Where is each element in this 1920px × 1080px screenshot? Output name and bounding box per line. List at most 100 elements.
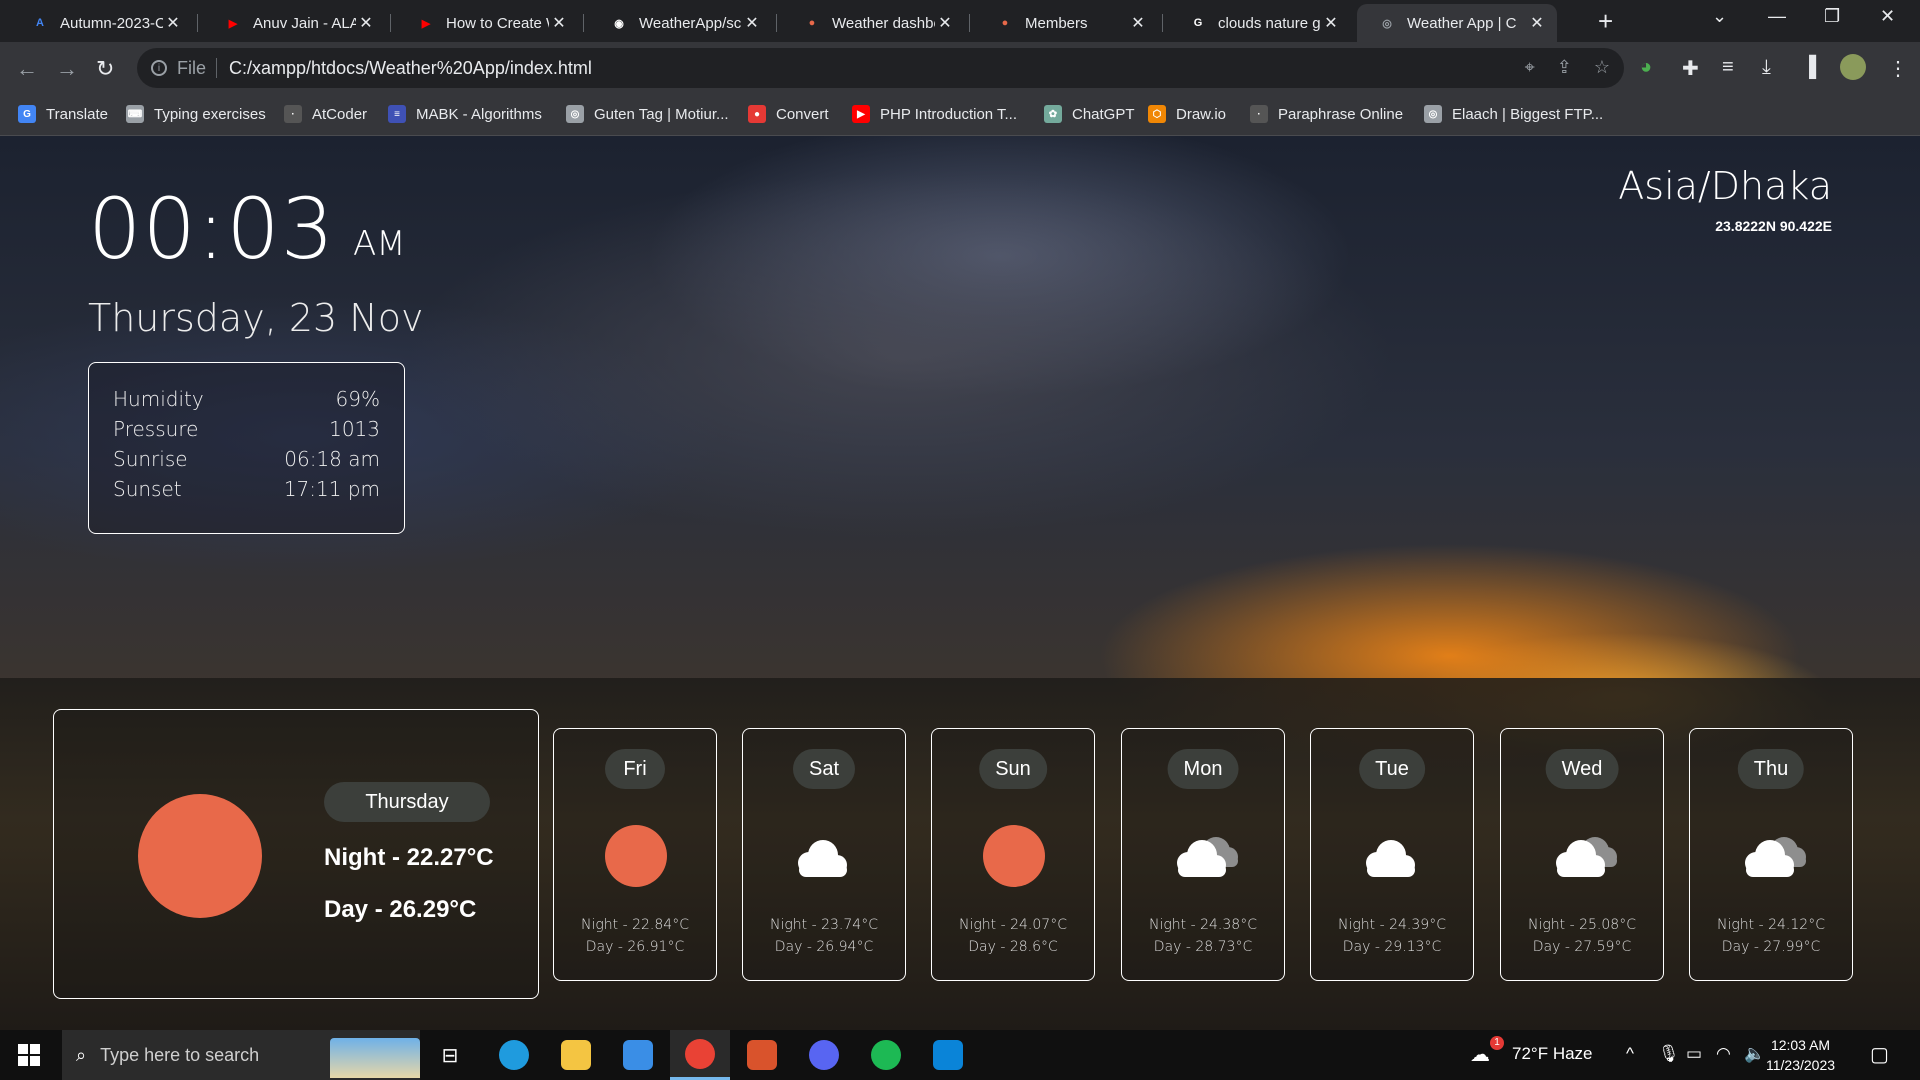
vscode-icon[interactable] [918, 1030, 978, 1080]
tab[interactable]: ▶ How to Create W ✕ [396, 4, 579, 42]
tab-close-icon[interactable]: ✕ [1527, 13, 1547, 33]
forecast-day-temp: Day - 26.91°C [585, 939, 685, 955]
bookmark-item[interactable]: ◎ Guten Tag | Motiur... [566, 105, 729, 123]
site-info-icon[interactable]: i [151, 60, 167, 76]
downloads-icon[interactable]: ⤓ [1762, 56, 1771, 79]
tab-title: Members [1025, 14, 1088, 32]
forecast-card: Sun Night - 24.07°C Day - 28.6°C [931, 728, 1095, 981]
location-pin-icon[interactable]: ⌖ [1525, 57, 1535, 78]
forward-icon[interactable]: → [56, 56, 78, 82]
current-date: Thursday, 23 Nov [88, 296, 424, 340]
atcoder-icon: · [284, 105, 302, 123]
profile-avatar[interactable] [1840, 54, 1866, 80]
menu-kebab-icon[interactable]: ⋮ [1888, 56, 1908, 81]
sun-icon [983, 825, 1045, 887]
bookmark-item[interactable]: · AtCoder [284, 105, 367, 123]
tab-close-icon[interactable]: ✕ [935, 13, 955, 33]
bookmark-star-icon[interactable]: ☆ [1594, 57, 1610, 78]
bookmark-item[interactable]: ⌨ Typing exercises [126, 105, 266, 123]
tab[interactable]: ▶ Anuv Jain - ALAG✕ [203, 4, 386, 42]
bookmark-item[interactable]: ⬡ Draw.io [1148, 105, 1226, 123]
tab[interactable]: ◉ WeatherApp/scri ✕ [589, 4, 772, 42]
task-view-glyph: ⊟ [441, 1044, 459, 1067]
search-placeholder: Type here to search [100, 1044, 260, 1065]
bookmark-item[interactable]: ● Convert [748, 105, 829, 123]
bookmark-item[interactable]: ▶ PHP Introduction T... [852, 105, 1017, 123]
mail-icon[interactable] [608, 1030, 668, 1080]
extension-colorful-icon[interactable]: ◕ [1640, 56, 1652, 79]
wifi-icon[interactable]: ◠ [1716, 1044, 1731, 1064]
detail-value: 06:18 am [284, 447, 380, 471]
tab-active[interactable]: ◎ Weather App | C ✕ [1357, 4, 1557, 42]
app-icon[interactable] [732, 1030, 792, 1080]
new-tab-plus-icon[interactable]: + [1598, 6, 1613, 37]
bookmark-item[interactable]: G Translate [18, 105, 108, 123]
extensions-puzzle-icon[interactable]: ✚ [1682, 56, 1699, 81]
tab-close-icon[interactable]: ✕ [1321, 13, 1341, 33]
file-explorer-icon[interactable] [546, 1030, 606, 1080]
volume-icon[interactable]: 🔈 [1744, 1044, 1765, 1064]
system-clock[interactable]: 12:03 AM 11/23/2023 [1766, 1035, 1835, 1075]
chrome-icon[interactable] [670, 1030, 730, 1080]
tab-close-icon[interactable]: ✕ [742, 13, 762, 33]
tab[interactable]: A Autumn-2023-CSE✕ [10, 4, 193, 42]
windows-start-icon[interactable] [18, 1044, 40, 1066]
tab-title: Autumn-2023-CSE [60, 14, 163, 32]
close-window-icon[interactable]: ✕ [1880, 6, 1895, 27]
forecast-day-temp: Day - 27.59°C [1532, 939, 1632, 955]
forecast-card: Thu Night - 24.12°C Day - 27.99°C [1689, 728, 1853, 981]
forecast-night-temp: Night - 22.84°C [581, 917, 689, 933]
app-glyph [561, 1040, 591, 1070]
edge-icon[interactable] [484, 1030, 544, 1080]
tab-separator [583, 14, 584, 32]
forecast-day-temp: Day - 28.73°C [1153, 939, 1253, 955]
notification-icon[interactable]: ▢ [1870, 1042, 1889, 1067]
battery-icon[interactable]: ▭ [1686, 1044, 1702, 1064]
weather-badge: 1 [1490, 1036, 1504, 1050]
weather-app-page: 00:03 AM Thursday, 23 Nov Humidity 69% P… [0, 136, 1920, 1030]
globe-icon: ◎ [566, 105, 584, 123]
bookmark-label: Typing exercises [154, 105, 266, 123]
back-icon[interactable]: ← [16, 56, 38, 82]
tab[interactable]: Gclouds nature gif ✕ [1168, 4, 1351, 42]
taskbar-weather-text[interactable]: 72°F Haze [1512, 1044, 1593, 1064]
spotify-icon[interactable] [856, 1030, 916, 1080]
omnibox-divider [216, 58, 218, 78]
am-pm-label: AM [353, 224, 406, 264]
tab-close-icon[interactable]: ✕ [356, 13, 376, 33]
tab-close-icon[interactable]: ✕ [163, 13, 183, 33]
detail-label: Humidity [113, 387, 204, 411]
app-glyph [623, 1040, 653, 1070]
translate-icon: G [18, 105, 36, 123]
taskbar-search-box[interactable]: ⌕ Type here to search [62, 1030, 420, 1080]
tab-search-chevron-icon[interactable]: ⌄ [1712, 6, 1727, 27]
coordinates-label: 23.8222N 90.422E [1715, 218, 1832, 234]
task-view-icon[interactable]: ⊟ [420, 1030, 480, 1080]
side-panel-icon[interactable]: ▐ [1802, 56, 1816, 79]
tab-close-icon[interactable]: ✕ [1128, 13, 1148, 33]
tab-close-icon[interactable]: ✕ [549, 13, 569, 33]
tray-chevron-icon[interactable]: ^ [1626, 1044, 1634, 1064]
detail-row-pressure: Pressure 1013 [113, 417, 380, 447]
restore-icon[interactable]: ❐ [1824, 6, 1840, 27]
bookmark-item[interactable]: ≡ MABK - Algorithms [388, 105, 542, 123]
share-icon[interactable]: ⇪ [1557, 57, 1572, 78]
tab[interactable]: ● Members ✕ [975, 4, 1158, 42]
media-control-icon[interactable]: ≡ [1722, 56, 1734, 79]
taskbar-weather-icon[interactable]: ☁ [1470, 1042, 1490, 1067]
microphone-icon[interactable]: 🎙 [1658, 1044, 1680, 1064]
clouds-icon [1543, 827, 1623, 887]
bookmark-item[interactable]: · Paraphrase Online [1250, 105, 1403, 123]
url-text[interactable]: C:/xampp/htdocs/Weather%20App/index.html [229, 58, 592, 79]
forecast-day-pill: Sat [792, 749, 856, 789]
app-glyph [499, 1040, 529, 1070]
bookmark-item[interactable]: ✿ ChatGPT [1044, 105, 1135, 123]
address-bar[interactable]: i File C:/xampp/htdocs/Weather%20App/ind… [137, 48, 1624, 88]
discord-icon[interactable] [794, 1030, 854, 1080]
minimize-icon[interactable]: — [1768, 6, 1786, 27]
bookmark-item[interactable]: ◎ Elaach | Biggest FTP... [1424, 105, 1603, 123]
app-glyph [871, 1040, 901, 1070]
reload-icon[interactable]: ↻ [96, 56, 114, 82]
forecast-day-temp: Day - 28.6°C [968, 939, 1058, 955]
tab[interactable]: ● Weather dashbo ✕ [782, 4, 965, 42]
